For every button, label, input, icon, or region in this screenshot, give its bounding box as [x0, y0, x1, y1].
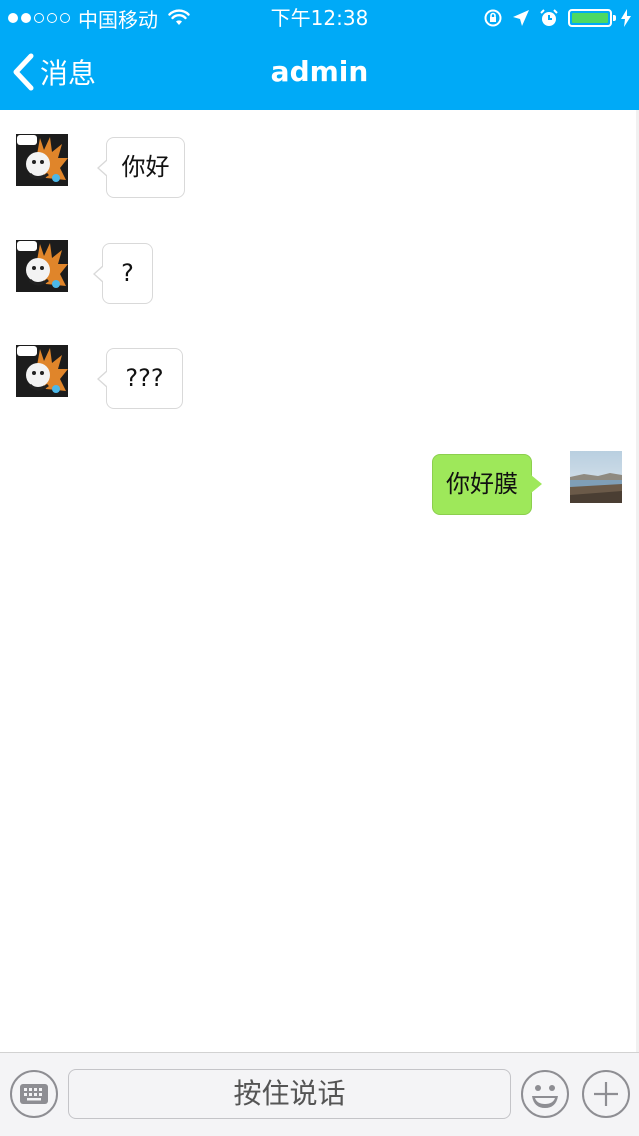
- message-text: 你好膜: [446, 470, 518, 498]
- emoji-button[interactable]: [521, 1070, 569, 1118]
- chevron-left-icon: [13, 53, 34, 91]
- outgoing-message-bubble[interactable]: 你好膜: [432, 454, 542, 515]
- contact-avatar[interactable]: [16, 240, 68, 292]
- status-right: [483, 4, 631, 32]
- plus-icon: [594, 1082, 618, 1106]
- incoming-message-bubble[interactable]: ?: [93, 243, 153, 304]
- incoming-message-bubble[interactable]: ???: [97, 348, 183, 409]
- alarm-icon: [540, 9, 558, 26]
- incoming-message-bubble[interactable]: 你好: [97, 137, 185, 198]
- status-bar: 中国移动 下午12:38: [0, 0, 639, 36]
- keyboard-toggle-button[interactable]: [10, 1070, 58, 1118]
- message-text: 你好: [121, 153, 170, 181]
- battery-icon: [568, 9, 616, 27]
- rotation-lock-icon: [484, 9, 502, 27]
- more-options-button[interactable]: [582, 1070, 630, 1118]
- emoji-icon: [532, 1085, 558, 1108]
- contact-avatar[interactable]: [16, 134, 68, 186]
- top-bar: 中国移动 下午12:38 消息 admin: [0, 0, 639, 110]
- hold-to-talk-button[interactable]: 按住说话: [68, 1069, 511, 1119]
- navigation-bar: 消息 admin: [0, 36, 639, 110]
- battery-level: [572, 13, 608, 23]
- user-avatar[interactable]: [570, 451, 622, 503]
- message-text: ?: [121, 259, 134, 287]
- input-bar: 按住说话: [0, 1052, 639, 1136]
- back-button[interactable]: 消息: [10, 50, 96, 94]
- message-text: ???: [125, 364, 164, 392]
- contact-avatar[interactable]: [16, 345, 68, 397]
- keyboard-icon: [20, 1084, 48, 1104]
- charging-bolt-icon: [621, 9, 631, 27]
- back-button-label: 消息: [40, 57, 97, 90]
- location-arrow-icon: [513, 10, 529, 26]
